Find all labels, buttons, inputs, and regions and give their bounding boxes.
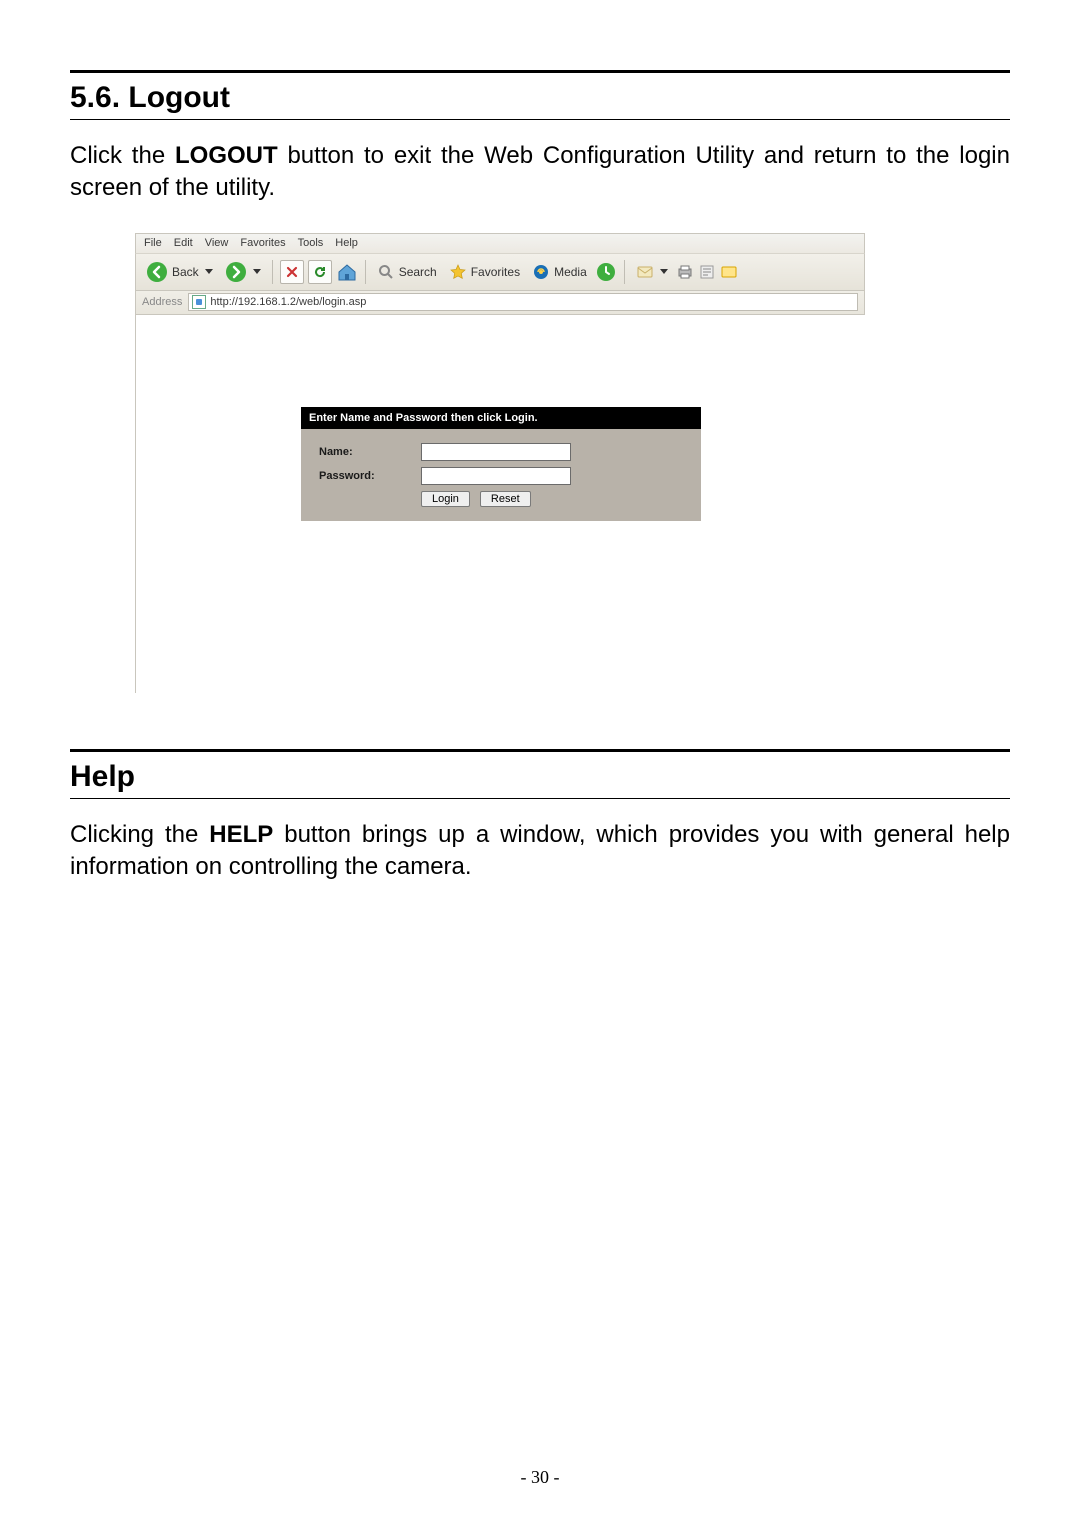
address-field[interactable]: http://192.168.1.2/web/login.asp	[188, 293, 858, 311]
help-heading: Help	[70, 760, 1010, 794]
password-input[interactable]	[421, 467, 571, 485]
logout-underline	[70, 119, 1010, 120]
media-label: Media	[554, 265, 587, 279]
toolbar-separator	[624, 260, 625, 284]
login-buttons: Login Reset	[421, 491, 683, 511]
login-row-password: Password:	[319, 467, 683, 485]
login-button[interactable]: Login	[421, 491, 470, 507]
name-input[interactable]	[421, 443, 571, 461]
logout-heading: 5.6. Logout	[70, 81, 1010, 115]
chevron-down-icon	[205, 269, 213, 274]
ie-screenshot: File Edit View Favorites Tools Help Back	[135, 233, 865, 693]
back-icon	[146, 261, 168, 283]
print-button[interactable]	[676, 263, 694, 281]
menu-favorites[interactable]: Favorites	[240, 237, 285, 249]
toolbar-separator	[365, 260, 366, 284]
star-icon	[449, 263, 467, 281]
discuss-button[interactable]	[720, 263, 738, 281]
mail-icon	[636, 263, 654, 281]
search-label: Search	[399, 265, 437, 279]
chevron-down-icon	[253, 269, 261, 274]
login-row-name: Name:	[319, 443, 683, 461]
ie-content-area: Enter Name and Password then click Login…	[135, 315, 865, 693]
favorites-button[interactable]: Favorites	[445, 261, 524, 283]
home-button[interactable]	[336, 261, 358, 283]
help-para-bold: HELP	[209, 821, 273, 848]
reset-button[interactable]: Reset	[480, 491, 531, 507]
history-button[interactable]	[595, 261, 617, 283]
media-button[interactable]: Media	[528, 261, 591, 283]
media-icon	[532, 263, 550, 281]
logout-paragraph: Click the LOGOUT button to exit the Web …	[70, 140, 1010, 205]
menu-help[interactable]: Help	[335, 237, 358, 249]
page-number: - 30 -	[0, 1467, 1080, 1488]
password-label: Password:	[319, 470, 407, 482]
search-button[interactable]: Search	[373, 261, 441, 283]
favorites-label: Favorites	[471, 265, 520, 279]
login-header: Enter Name and Password then click Login…	[301, 407, 701, 429]
edit-button[interactable]	[698, 263, 716, 281]
login-panel: Enter Name and Password then click Login…	[301, 407, 701, 521]
top-rule	[70, 70, 1010, 73]
stop-button[interactable]	[280, 260, 304, 284]
help-top-rule	[70, 749, 1010, 752]
menu-tools[interactable]: Tools	[298, 237, 324, 249]
login-body: Name: Password: Login Reset	[301, 429, 701, 521]
name-label: Name:	[319, 446, 407, 458]
mail-button[interactable]	[632, 261, 672, 283]
help-paragraph: Clicking the HELP button brings up a win…	[70, 819, 1010, 884]
menu-edit[interactable]: Edit	[174, 237, 193, 249]
menu-file[interactable]: File	[144, 237, 162, 249]
address-url: http://192.168.1.2/web/login.asp	[210, 296, 366, 308]
back-label: Back	[172, 265, 199, 279]
ie-menubar: File Edit View Favorites Tools Help	[135, 233, 865, 253]
chevron-down-icon	[660, 269, 668, 274]
forward-icon	[225, 261, 247, 283]
address-label: Address	[142, 296, 182, 308]
help-underline	[70, 798, 1010, 799]
forward-button[interactable]	[221, 259, 265, 285]
ie-toolbar: Back	[135, 253, 865, 291]
ie-address-bar: Address http://192.168.1.2/web/login.asp	[135, 291, 865, 315]
search-icon	[377, 263, 395, 281]
page-icon	[192, 295, 206, 309]
refresh-button[interactable]	[308, 260, 332, 284]
back-button[interactable]: Back	[142, 259, 217, 285]
menu-view[interactable]: View	[205, 237, 229, 249]
logout-para-bold: LOGOUT	[175, 142, 278, 169]
help-para-pre: Clicking the	[70, 821, 209, 848]
logout-para-pre: Click the	[70, 142, 175, 169]
toolbar-separator	[272, 260, 273, 284]
